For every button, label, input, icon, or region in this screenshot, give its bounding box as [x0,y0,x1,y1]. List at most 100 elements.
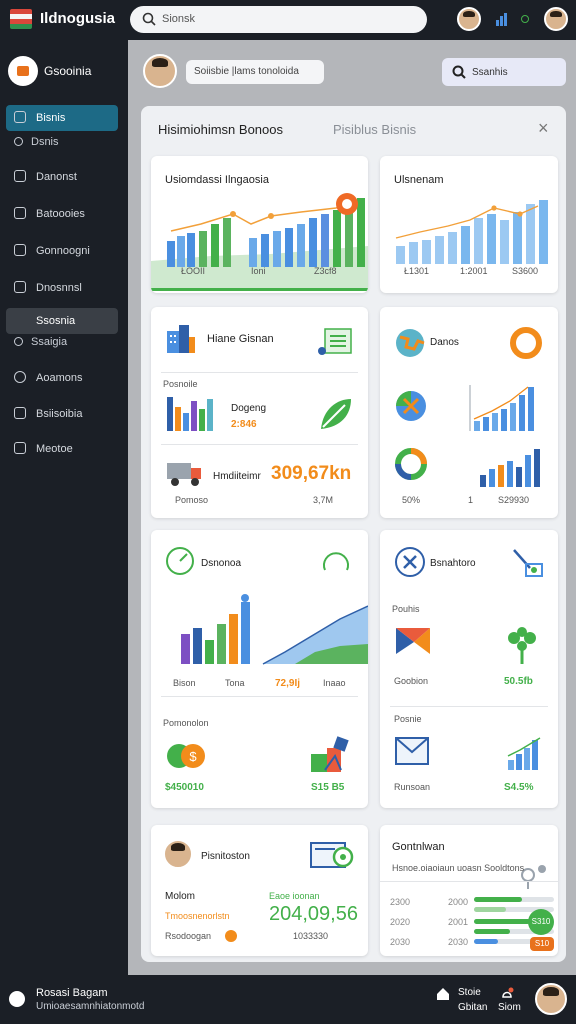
badge: S10 [530,937,554,951]
refresh-icon [323,552,349,571]
envelope-icon [395,737,429,765]
sidebar-item-dnosnnsl[interactable]: Dnosnnsl [6,275,118,301]
footer-item[interactable]: Stoie [458,987,481,998]
item-value-large: 309,67kn [271,463,352,484]
chart-icon[interactable] [495,11,509,27]
distribution-card[interactable]: Danos 50% 1 S29930 [380,307,558,518]
tools-icon [396,391,426,421]
blocks-icon [311,736,349,772]
section-label: Posnie [394,714,422,724]
axis-label: Bison [173,678,196,688]
gauge-icon [166,547,194,575]
wrench-icon [513,549,543,577]
sidebar-item-aoamons[interactable]: Aoamons [6,365,118,391]
benchmark-card[interactable]: Bsnahtoro Pouhis Goobion 50.5fb Posnie R… [380,530,558,808]
revenue-card[interactable]: Ulsnenam Ł1301 1:2001 S3600 [380,156,558,293]
stat-value: 1 [468,495,474,505]
card-title: Hiane Gisnan [207,333,274,345]
chart-label: S3600 [512,266,539,276]
profile-avatar [163,839,193,869]
sidebar-brand[interactable]: Gsooinia [8,56,120,88]
document-icon [14,170,26,182]
panel-tab[interactable]: Pisiblus Bisnis [333,122,416,137]
main-content: Soiisbie |lams tonoloida Ssanhis Hisimio… [128,40,576,975]
status-dot-icon [521,15,529,23]
sidebar-item-meotoe[interactable]: Meotoe [6,436,118,462]
home-icon[interactable] [436,987,450,1001]
dashboard-panel: Hisimiohimsn Bonoos Pisiblus Bisnis × Us… [141,106,566,962]
section-label: Pouhis [392,604,420,614]
pie-chart-icon [395,448,427,480]
footer-subtitle: Umioaesamnhiatonmotd [36,1001,145,1012]
tools-icon [395,547,425,577]
item-label: Dogeng [231,403,267,414]
leaf-icon [321,399,351,429]
metric-value: 50.5fb [504,676,533,687]
search-input[interactable]: Sionsk [130,6,427,33]
business-card[interactable]: Hiane Gisnan Posnoile Dogeng 2:846 Hmdii… [151,307,368,518]
footer-item-sub: Gbitan [458,1002,488,1013]
bell-icon[interactable] [500,987,514,1001]
search-button[interactable]: Ssanhis [442,58,566,86]
axis-label: Tona [225,678,245,688]
axis-value: 72,9Ij [275,678,301,689]
arrow-icon [225,930,237,942]
growth-detail-card[interactable]: Dsnonoa Bison Tona 72,9Ij Inaao Pomonolo… [151,530,368,808]
sidebar-item-batoooies[interactable]: Batoooies [6,201,118,227]
tree-icon [508,627,536,664]
flag-icon [10,9,32,29]
axis-label: Inaao [323,678,346,688]
sidebar: Gsooinia Bisnis Dsnis Danonst Batoooies … [0,40,128,975]
rising-chart-icon [507,737,541,770]
big-value: 204,09,56 [269,903,358,925]
building-icon [167,325,195,353]
coins-icon: $ [167,744,205,768]
metric-value: $450010 [165,782,204,793]
sidebar-item-ssosnia[interactable]: Ssosnia [6,308,118,334]
chart-label: Ł1301 [404,266,430,276]
sidebar-item-bsiisoibia[interactable]: Bsiisoibia [6,401,118,427]
sidebar-item-bisnis[interactable]: Bisnis [6,105,118,131]
users-icon [14,111,26,123]
row-label: 2000 [448,897,469,907]
card-title: Pisnitoston [201,851,250,862]
value-label: Eaoe ioonan [269,891,320,901]
sidebar-subitem-dsnis[interactable]: Dsnis [14,136,59,148]
profile-avatar[interactable] [544,7,568,31]
section-label: Posnoile [163,379,198,389]
settings-icon [14,337,23,346]
header-avatar[interactable] [143,54,177,88]
item-label: Hmdiiteimr [213,471,261,482]
svg-text:$: $ [189,749,197,764]
header-chip[interactable]: Soiisbie |lams tonoloida [186,60,324,84]
stat-value: 50% [402,495,421,505]
footer-item[interactable]: Siom [498,1002,521,1013]
profile-card[interactable]: Pisnitoston Molom Tmoosnenorlstn Rsodoog… [151,825,368,956]
sidebar-item-danonst[interactable]: Danonst [6,164,118,190]
card-title: Danos [430,337,459,348]
sidebar-subitem-ssaigia[interactable]: Ssaigia [14,336,67,348]
close-icon[interactable]: × [538,118,549,139]
search-icon [452,65,466,79]
shield-icon [14,244,26,256]
top-bar: Ildnogusia Sionsk [0,0,576,40]
revenue-chart [395,200,548,264]
footer-avatar[interactable] [535,983,567,1015]
search-icon [142,12,156,26]
card-subtitle: Hsnoe.oiaoiaun uoasn Sooldtons [392,863,525,873]
stat-value: S29930 [498,495,530,505]
row-label: 2001 [448,917,469,927]
chart-label: Z3cf8 [314,266,337,276]
inbox-icon [14,207,26,219]
row-label: 2300 [390,897,411,907]
progress-card[interactable]: Gontnlwan Hsnoe.oiaoiaun uoasn Sooldtons… [380,825,558,956]
row-label: 2020 [390,917,411,927]
metric-value: S15 B5 [311,782,345,793]
user-avatar[interactable] [457,7,481,31]
clock-icon [14,371,26,383]
metric-label: Runsoan [394,782,431,792]
lock-icon [9,991,25,1007]
metric-value: S4.5% [504,782,534,793]
sidebar-item-gonnoogni[interactable]: Gonnoogni [6,238,118,264]
growth-card[interactable]: Usiomdassi Ilngaosia ŁOOII Ioni Z3cf8 [151,156,368,293]
